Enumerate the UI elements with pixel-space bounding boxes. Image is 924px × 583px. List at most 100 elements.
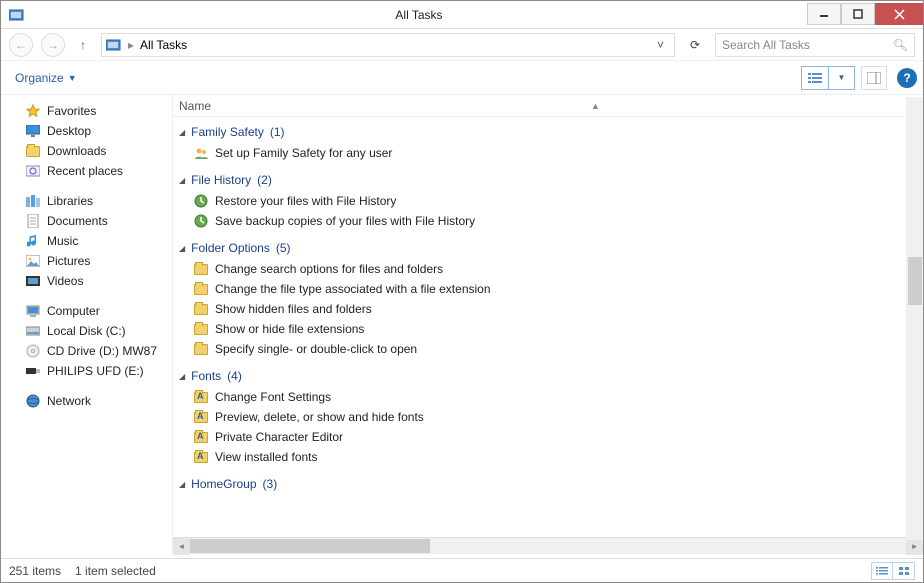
file-list[interactable]: ◢Family Safety (1) Set up Family Safety f…	[173, 117, 923, 537]
list-item[interactable]: Show hidden files and folders	[179, 299, 923, 319]
list-item[interactable]: APrivate Character Editor	[179, 427, 923, 447]
group-header[interactable]: ◢ HomeGroup (3)	[179, 473, 923, 495]
close-button[interactable]	[875, 3, 923, 25]
view-dropdown-icon[interactable]: ▼	[828, 67, 854, 89]
status-details-view-button[interactable]	[871, 562, 893, 580]
help-button[interactable]: ?	[897, 68, 917, 88]
breadcrumb-item[interactable]: All Tasks	[140, 38, 187, 52]
status-total: 251 items	[9, 564, 61, 578]
sidebar-item[interactable]: Recent places	[1, 161, 172, 181]
list-item[interactable]: Show or hide file extensions	[179, 319, 923, 339]
group-header[interactable]: ◢Fonts (4)	[179, 365, 923, 387]
group-header[interactable]: ◢File History (2)	[179, 169, 923, 191]
tree-label: Favorites	[47, 104, 96, 118]
font-icon: A	[193, 389, 209, 405]
up-button[interactable]: ↑	[73, 35, 93, 55]
sidebar-favorites[interactable]: Favorites	[1, 101, 172, 121]
list-item[interactable]: AChange Font Settings	[179, 387, 923, 407]
collapse-icon[interactable]: ◢	[179, 480, 185, 489]
group-header[interactable]: ◢Family Safety (1)	[179, 121, 923, 143]
tree-label: Documents	[47, 214, 108, 228]
collapse-icon[interactable]: ◢	[179, 372, 185, 381]
sidebar-item[interactable]: Music	[1, 231, 172, 251]
maximize-button[interactable]	[841, 3, 875, 25]
tree-label: Local Disk (C:)	[47, 324, 126, 338]
downloads-icon	[25, 143, 41, 159]
sidebar-item[interactable]: Local Disk (C:)	[1, 321, 172, 341]
tree-label: Music	[47, 234, 78, 248]
collapse-icon[interactable]: ◢	[179, 176, 185, 185]
vscroll-thumb[interactable]	[908, 257, 922, 305]
item-label: Set up Family Safety for any user	[215, 146, 392, 160]
group-name: HomeGroup	[191, 477, 256, 491]
item-label: Private Character Editor	[215, 430, 343, 444]
window-title: All Tasks	[31, 8, 807, 22]
minimize-button[interactable]	[807, 3, 841, 25]
list-item[interactable]: Change search options for files and fold…	[179, 259, 923, 279]
list-item[interactable]: Specify single- or double-click to open	[179, 339, 923, 359]
group-count: (1)	[270, 125, 285, 139]
group-count: (5)	[276, 241, 291, 255]
address-bar[interactable]: ▸ All Tasks ˅	[101, 33, 675, 57]
refresh-button[interactable]: ⟳	[683, 33, 707, 57]
column-header-row[interactable]: Name ▲	[173, 95, 923, 117]
system-icon[interactable]	[7, 5, 27, 25]
sidebar-computer[interactable]: Computer	[1, 301, 172, 321]
address-dropdown-icon[interactable]: ˅	[657, 38, 670, 52]
preview-pane-button[interactable]	[861, 66, 887, 90]
sidebar-libraries[interactable]: Libraries	[1, 191, 172, 211]
sidebar-item[interactable]: Pictures	[1, 251, 172, 271]
list-item[interactable]: Restore your files with File History	[179, 191, 923, 211]
sort-indicator-icon: ▲	[591, 101, 600, 111]
organize-menu[interactable]: Organize ▼	[7, 67, 85, 89]
hscroll-thumb[interactable]	[190, 539, 430, 553]
vertical-scrollbar[interactable]	[906, 97, 923, 540]
item-label: Show or hide file extensions	[215, 322, 364, 336]
item-label: Change search options for files and fold…	[215, 262, 443, 276]
list-item[interactable]: APreview, delete, or show and hide fonts	[179, 407, 923, 427]
tree-label: Network	[47, 394, 91, 408]
recent-icon	[25, 163, 41, 179]
people-icon	[193, 145, 209, 161]
status-icons-view-button[interactable]	[893, 562, 915, 580]
list-item[interactable]: AView installed fonts	[179, 447, 923, 467]
list-item[interactable]: Change the file type associated with a f…	[179, 279, 923, 299]
forward-button[interactable]: →	[41, 33, 65, 57]
column-header-name[interactable]: Name	[179, 99, 211, 113]
star-icon	[25, 103, 41, 119]
scroll-right-button[interactable]: ▸	[906, 538, 923, 555]
group-count: (3)	[263, 477, 278, 491]
sidebar-network[interactable]: Network	[1, 391, 172, 411]
search-input[interactable]: Search All Tasks 🔍︎	[715, 33, 915, 57]
sidebar-item[interactable]: CD Drive (D:) MW87	[1, 341, 172, 361]
folder-icon	[193, 261, 209, 277]
details-view-icon[interactable]	[802, 67, 828, 89]
group-header[interactable]: ◢Folder Options (5)	[179, 237, 923, 259]
view-picker[interactable]: ▼	[801, 66, 855, 90]
group-name: File History	[191, 173, 251, 187]
usb-icon	[25, 363, 41, 379]
list-item[interactable]: Set up Family Safety for any user	[179, 143, 923, 163]
sidebar-item[interactable]: Videos	[1, 271, 172, 291]
music-icon	[25, 233, 41, 249]
list-item[interactable]: Save backup copies of your files with Fi…	[179, 211, 923, 231]
collapse-icon[interactable]: ◢	[179, 128, 185, 137]
chevron-down-icon: ▼	[68, 73, 77, 83]
scroll-left-button[interactable]: ◂	[173, 538, 190, 555]
horizontal-scrollbar[interactable]: ◂ ▸	[173, 537, 923, 554]
back-button[interactable]: ←	[9, 33, 33, 57]
collapse-icon[interactable]: ◢	[179, 244, 185, 253]
sidebar-item[interactable]: Documents	[1, 211, 172, 231]
sidebar-item[interactable]: PHILIPS UFD (E:)	[1, 361, 172, 381]
tree-label: Computer	[47, 304, 100, 318]
content-pane: Name ▲ ◢Family Safety (1) Set up Family S…	[173, 95, 923, 554]
sidebar-item[interactable]: Downloads	[1, 141, 172, 161]
item-label: Show hidden files and folders	[215, 302, 372, 316]
search-placeholder: Search All Tasks	[722, 38, 810, 52]
item-label: Change the file type associated with a f…	[215, 282, 491, 296]
sidebar-item[interactable]: Desktop	[1, 121, 172, 141]
tree-label: Downloads	[47, 144, 106, 158]
tree-label: Pictures	[47, 254, 90, 268]
tree-label: PHILIPS UFD (E:)	[47, 364, 144, 378]
font-icon: A	[193, 449, 209, 465]
